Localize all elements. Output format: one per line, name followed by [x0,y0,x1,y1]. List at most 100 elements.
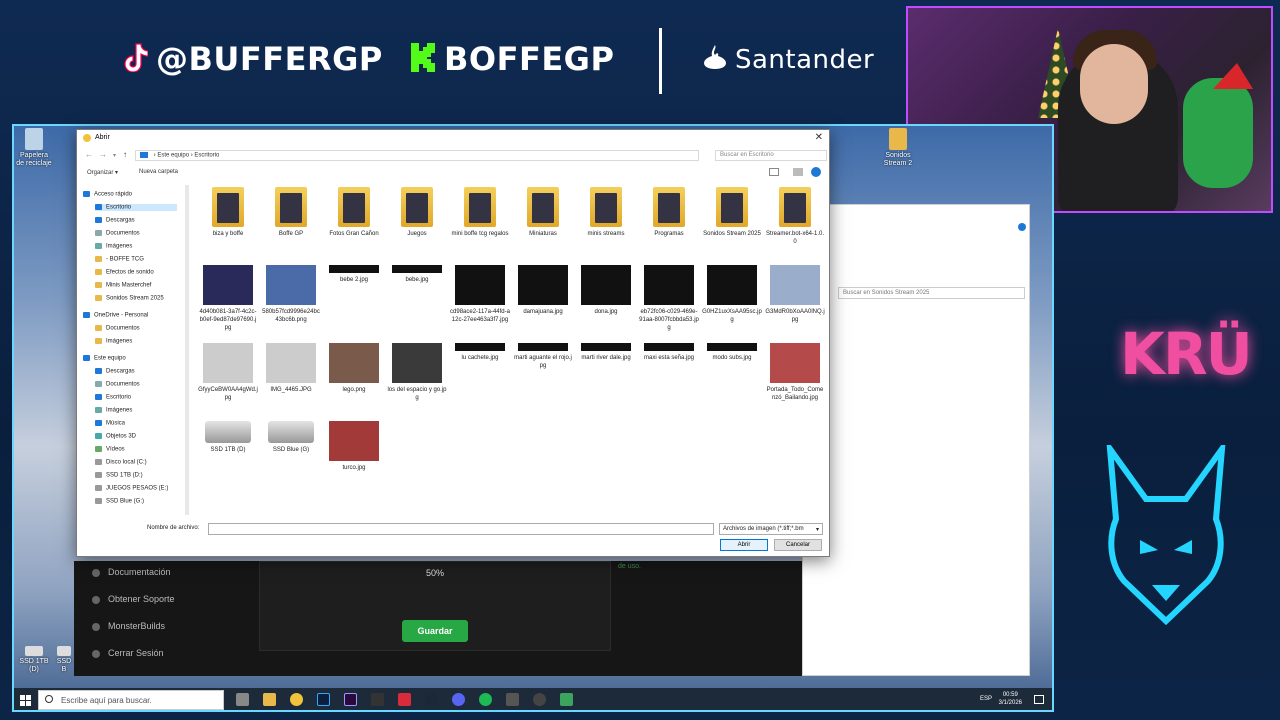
organize-button[interactable]: Organizar ▾ [87,169,118,176]
image-file[interactable]: IMG_4465.JPG [261,343,321,394]
file-type-select[interactable]: Archivos de imagen (*.tiff;*.bm ▾ [719,523,823,535]
sidebar-item[interactable]: Este equipo [83,355,126,362]
app-icon[interactable] [371,693,384,706]
forward-arrow-icon[interactable]: → [99,150,107,159]
folder-item[interactable]: Fotos Gran Cañon [324,187,384,238]
new-folder-button[interactable]: Nueva carpeta [139,169,178,175]
folder-item[interactable]: Sonidos Stream 2025 [702,187,762,238]
sonidos-stream-shortcut[interactable]: Sonidos Stream 2 [880,128,916,168]
image-file[interactable]: G3MdR0bXoAA0lNQ.jpg [765,265,825,324]
drive-shortcut[interactable]: SSD 1TB (D) [198,421,258,454]
sidebar-item[interactable]: JUEGOS PESAOS (E:) [95,485,168,492]
sidebar-item[interactable]: Documentos [95,381,140,388]
cancel-button[interactable]: Cancelar [774,539,822,551]
sidebar-item[interactable]: Imágenes [95,338,132,345]
steam-icon[interactable] [425,693,438,706]
folder-item[interactable]: minis streams [576,187,636,238]
chrome-icon[interactable] [290,693,303,706]
start-button[interactable] [20,694,32,706]
sidebar-item[interactable]: Vídeos [95,446,125,453]
sidebar-item[interactable]: Imágenes [95,407,132,414]
menu-monsterbuilds[interactable]: MonsterBuilds [92,621,165,631]
app-red-icon[interactable] [398,693,411,706]
ssd-b-shortcut[interactable]: SSD B [54,646,74,674]
image-file[interactable]: marti river dale.jpg [576,343,636,362]
sidebar-item[interactable]: Minis Masterchef [95,282,151,289]
image-file[interactable]: marti aguante el rojo.jpg [513,343,573,370]
breadcrumb-item[interactable]: Este equipo [157,153,189,159]
notification-icon[interactable] [1034,695,1044,704]
image-file[interactable]: eb72fc06-c029-469e-91aa-8007fcbbda53.jpg [639,265,699,332]
ssd-1tb-shortcut[interactable]: SSD 1TB (D) [16,646,52,674]
taskbar-search-input[interactable]: Escribe aquí para buscar. [38,690,224,710]
sidebar-item[interactable]: OneDrive - Personal [83,312,148,319]
search-input[interactable]: Buscar en Escritorio [715,150,827,161]
image-file[interactable]: modo subs.jpg [702,343,762,362]
sidebar-item[interactable]: Imágenes [95,243,132,250]
image-file[interactable]: bebe 2.jpg [324,265,384,284]
sidebar-item[interactable]: SSD Blue (G:) [95,498,144,505]
open-button[interactable]: Abrir [720,539,768,551]
address-bar[interactable]: › Este equipo › Escritorio [135,150,699,161]
drive-shortcut[interactable]: SSD Blue (G) [261,421,321,454]
dialog-titlebar[interactable]: Abrir ✕ [77,130,829,146]
help-icon[interactable] [811,167,821,177]
obs-icon[interactable] [533,693,546,706]
background-search-input[interactable]: Buscar en Sonidos Stream 2025 [838,287,1025,299]
sidebar-item[interactable]: Descargas [95,368,135,375]
image-file[interactable]: turco.jpg [324,421,384,472]
language-indicator[interactable]: ESP [980,696,992,702]
menu-obtener-soporte[interactable]: Obtener Soporte [92,594,175,604]
recycle-bin-shortcut[interactable]: Papelera de reciclaje [16,128,52,168]
up-arrow-icon[interactable]: ↑ [123,150,127,159]
sidebar-item[interactable]: Documentos [95,230,140,237]
image-file[interactable]: los del espacio y go.jpg [387,343,447,402]
breadcrumb-item[interactable]: Escritorio [194,153,219,159]
folder-item[interactable]: Streamer.bot-x64-1.0.0 [765,187,825,246]
folder-item[interactable]: Miniaturas [513,187,573,238]
image-file[interactable]: bebe.jpg [387,265,447,284]
image-file[interactable]: lu cachete.jpg [450,343,510,362]
folder-item[interactable]: biza y boffe [198,187,258,238]
image-file[interactable]: GfyyCeBW0AA4gWd.jpg [198,343,258,402]
task-view-icon[interactable] [236,693,249,706]
image-file[interactable]: 4d40b081-3a7f-4c2c-b0ef-9ed87de97690.jpg [198,265,258,332]
file-explorer-icon[interactable] [263,693,276,706]
taskbar-clock[interactable]: 00:59 3/1/2026 [999,691,1022,707]
folder-item[interactable]: Boffe GP [261,187,321,238]
folder-item[interactable]: Juegos [387,187,447,238]
back-arrow-icon[interactable]: ← [85,150,93,159]
help-icon[interactable] [1018,223,1026,231]
sidebar-item[interactable]: Efectos de sonido [95,269,154,276]
sidebar-item[interactable]: - BOFFE TCG [95,256,144,263]
sidebar-item[interactable]: SSD 1TB (D:) [95,472,143,479]
recent-dropdown-icon[interactable]: ▾ [113,152,116,159]
image-file[interactable]: Portada_Todo_Comenzó_Bailando.jpg [765,343,825,402]
app-green-icon[interactable] [560,693,573,706]
image-file[interactable]: damajuana.jpg [513,265,573,316]
preview-pane-icon[interactable] [793,168,803,176]
sidebar-item[interactable]: Disco local (C:) [95,459,147,466]
image-file[interactable]: cd98ace2-117a-44fd-a12c-27ee463a3f7.jpg [450,265,510,324]
save-button[interactable]: Guardar [402,620,468,642]
sidebar-scrollbar[interactable] [185,185,189,515]
folder-item[interactable]: Programas [639,187,699,238]
menu-cerrar-sesion[interactable]: Cerrar Sesión [92,648,164,658]
filename-field[interactable] [208,523,714,535]
sidebar-item[interactable]: Escritorio [95,204,177,211]
image-file[interactable]: maxi esta seña.jpg [639,343,699,362]
sidebar-item[interactable]: Sonidos Stream 2025 [95,295,164,302]
sidebar-item[interactable]: Documentos [95,325,140,332]
photoshop-icon[interactable] [317,693,330,706]
app-gray-icon[interactable] [506,693,519,706]
folder-item[interactable]: mini boffe tcg regalos [450,187,510,238]
discord-icon[interactable] [452,693,465,706]
image-file[interactable]: lego.png [324,343,384,394]
sidebar-item[interactable]: Descargas [95,217,135,224]
sidebar-item[interactable]: Objetos 3D [95,433,136,440]
close-icon[interactable]: ✕ [815,132,823,143]
premiere-icon[interactable] [344,693,357,706]
view-options-icon[interactable] [769,168,779,176]
sidebar-item[interactable]: Escritorio [95,394,131,401]
menu-documentacion[interactable]: Documentación [92,567,171,577]
